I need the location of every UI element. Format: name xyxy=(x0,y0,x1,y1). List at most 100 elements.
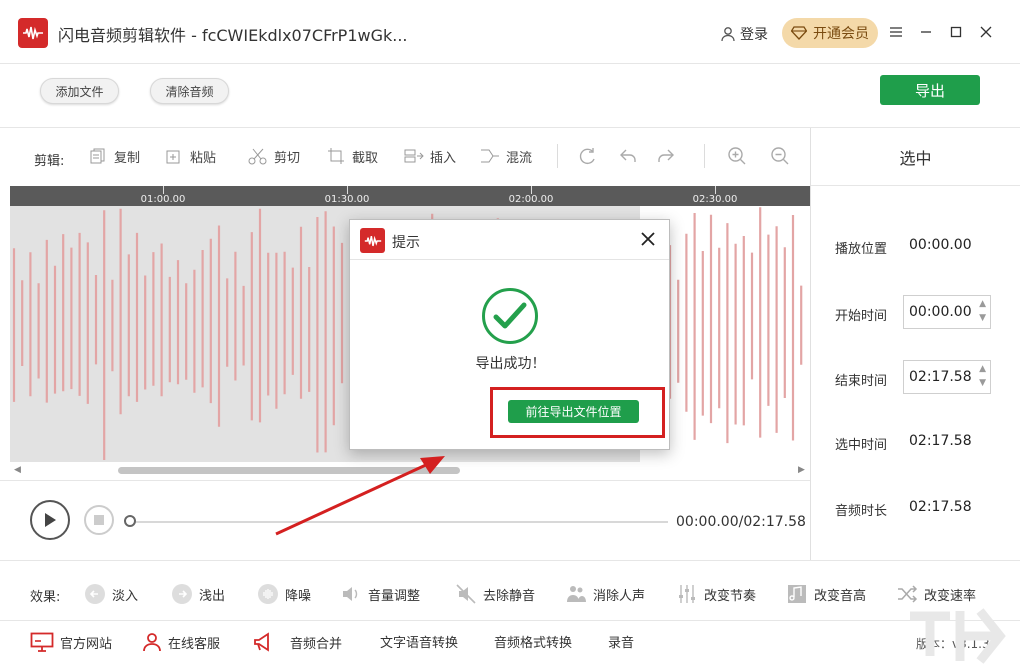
selected-time-value: 02:17.58 xyxy=(909,433,972,449)
fade-out-label: 浅出 xyxy=(199,588,226,604)
panel-title: 选中 xyxy=(811,128,1020,186)
crop-icon xyxy=(326,146,346,166)
remove-vocals-label: 消除人声 xyxy=(593,588,646,604)
success-check-icon xyxy=(482,288,538,344)
progress-track[interactable] xyxy=(130,521,668,523)
login-button[interactable]: 登录 xyxy=(720,24,768,44)
stop-button[interactable] xyxy=(84,505,114,535)
end-time-label: 结束时间 xyxy=(835,374,888,389)
mix-button[interactable]: 混流 xyxy=(480,146,532,166)
ruler-tick xyxy=(347,186,348,194)
ruler-tick xyxy=(531,186,532,194)
online-service-link[interactable]: 在线客服 xyxy=(142,632,220,652)
increment-icon[interactable]: ▲ xyxy=(979,299,986,309)
scroll-right-icon[interactable]: ▶ xyxy=(798,465,805,475)
duration-value: 02:17.58 xyxy=(909,499,972,515)
record-button[interactable]: 录音 xyxy=(608,632,634,651)
ruler-tick-label: 02:00.00 xyxy=(508,194,554,205)
bottom-bar: 官方网站 在线客服 音频合并 文字语音转换 音频格式转换 录音 版本：v3.1.… xyxy=(0,620,1020,670)
vip-label: 开通会员 xyxy=(813,26,869,42)
end-time-field[interactable]: 02:17.58 ▲ ▼ xyxy=(903,360,991,394)
export-button[interactable]: 导出 xyxy=(880,75,980,105)
undo-icon xyxy=(618,146,638,166)
monitor-icon xyxy=(30,632,54,652)
decrement-icon[interactable]: ▼ xyxy=(979,378,986,388)
increment-icon[interactable]: ▲ xyxy=(979,364,986,374)
edit-label: 剪辑: xyxy=(34,154,65,169)
dialog-message: 导出成功！ xyxy=(475,356,546,372)
user-icon xyxy=(721,27,735,42)
play-position-value: 00:00.00 xyxy=(909,237,972,253)
undo-button[interactable] xyxy=(618,146,638,166)
insert-button[interactable]: 插入 xyxy=(404,146,456,166)
denoise-button[interactable]: 降噪 xyxy=(257,583,311,605)
audio-format-convert-button[interactable]: 音频格式转换 xyxy=(494,632,572,651)
fade-in-label: 淡入 xyxy=(112,588,139,604)
progress-knob[interactable] xyxy=(124,515,136,527)
redo-button[interactable] xyxy=(656,146,676,166)
official-website-link[interactable]: 官方网站 xyxy=(30,632,112,652)
add-file-button[interactable]: 添加文件 xyxy=(40,78,119,104)
remove-vocals-button[interactable]: 消除人声 xyxy=(565,583,645,605)
ruler-tick-label: 01:00.00 xyxy=(140,194,186,205)
clear-audio-button[interactable]: 清除音频 xyxy=(150,78,229,104)
insert-icon xyxy=(404,146,424,166)
minimize-icon[interactable] xyxy=(916,22,936,42)
waveform-logo-icon xyxy=(23,26,43,40)
horizontal-scrollbar[interactable]: ◀ ▶ xyxy=(10,462,810,480)
paste-label: 粘贴 xyxy=(190,150,217,166)
redo-icon xyxy=(656,146,676,166)
menu-icon[interactable] xyxy=(886,22,906,42)
copy-button[interactable]: 复制 xyxy=(88,146,140,166)
player-bar: 00:00.00/02:17.58 xyxy=(0,480,810,560)
sliders-icon xyxy=(676,583,698,605)
selection-panel: 选中 播放位置 00:00.00 开始时间 00:00.00 ▲ ▼ 结束时间 0… xyxy=(810,128,1020,560)
crop-button[interactable]: 截取 xyxy=(326,146,378,166)
scissors-icon xyxy=(248,146,268,166)
play-icon xyxy=(45,513,56,527)
highlight-frame xyxy=(490,387,665,438)
copy-label: 复制 xyxy=(114,150,141,166)
volume-adjust-button[interactable]: 音量调整 xyxy=(340,583,420,605)
paste-button[interactable]: 粘贴 xyxy=(164,146,216,166)
mute-icon xyxy=(455,583,477,605)
zoom-out-button[interactable] xyxy=(770,146,790,166)
play-button[interactable] xyxy=(30,500,70,540)
timeline-ruler[interactable]: 01:00.00 01:30.00 02:00.00 02:30.00 xyxy=(10,186,810,206)
change-pitch-button[interactable]: 改变音高 xyxy=(786,583,866,605)
scrollbar-thumb[interactable] xyxy=(118,467,460,474)
diamond-icon xyxy=(791,26,807,40)
official-website-label: 官方网站 xyxy=(60,636,113,652)
megaphone-icon xyxy=(254,632,269,652)
dialog-close-icon[interactable] xyxy=(637,228,659,250)
change-tempo-button[interactable]: 改变节奏 xyxy=(676,583,756,605)
pitch-icon xyxy=(786,583,808,605)
zoom-out-icon xyxy=(770,146,790,166)
playback-time: 00:00.00/02:17.58 xyxy=(676,514,806,530)
stop-icon xyxy=(94,515,104,525)
effects-label: 效果: xyxy=(30,590,61,605)
paste-icon xyxy=(164,146,184,166)
remove-silence-button[interactable]: 去除静音 xyxy=(455,583,535,605)
cut-button[interactable]: 剪切 xyxy=(248,146,300,166)
maximize-icon[interactable] xyxy=(946,22,966,42)
vip-button[interactable]: 开通会员 xyxy=(782,18,878,48)
start-time-field[interactable]: 00:00.00 ▲ ▼ xyxy=(903,295,991,329)
scroll-left-icon[interactable]: ◀ xyxy=(14,465,21,475)
play-position-label: 播放位置 xyxy=(835,242,888,257)
mix-label: 混流 xyxy=(506,150,533,166)
denoise-icon xyxy=(257,583,279,605)
zoom-in-button[interactable] xyxy=(727,146,747,166)
crop-label: 截取 xyxy=(352,150,379,166)
audio-merge-button[interactable]: 音频合并 xyxy=(252,632,342,652)
decrement-icon[interactable]: ▼ xyxy=(979,313,986,323)
start-time-label: 开始时间 xyxy=(835,309,888,324)
text-to-speech-button[interactable]: 文字语音转换 xyxy=(380,632,458,651)
close-icon[interactable] xyxy=(976,22,996,42)
fade-out-button[interactable]: 浅出 xyxy=(171,583,225,605)
redo-loop-button[interactable] xyxy=(578,146,598,166)
effects-bar: 效果: 淡入 浅出 降噪 音量调整 去除静音 消除人声 改变节奏 改变音高 改变… xyxy=(0,560,1020,620)
fade-in-button[interactable]: 淡入 xyxy=(84,583,138,605)
copy-icon xyxy=(88,146,108,166)
end-time-value: 02:17.58 xyxy=(909,369,972,385)
